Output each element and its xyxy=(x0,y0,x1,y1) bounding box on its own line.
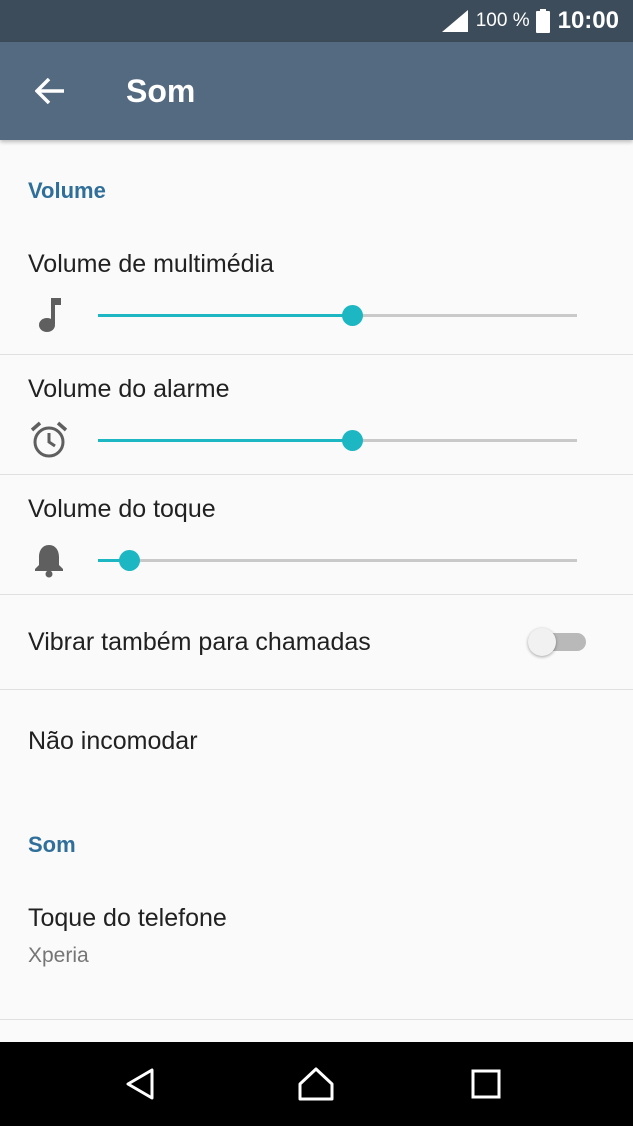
alarm-volume-row: Volume do alarme xyxy=(0,355,633,475)
alarm-clock-icon xyxy=(30,421,68,459)
clock: 10:00 xyxy=(557,7,619,34)
do-not-disturb-label: Não incomodar xyxy=(28,726,198,755)
back-button[interactable] xyxy=(22,63,78,119)
ringtone-row[interactable]: Toque do telefone Xperia xyxy=(0,902,633,1020)
ringtone-value: Xperia xyxy=(28,944,89,967)
slider-thumb[interactable] xyxy=(341,305,363,326)
arrow-back-icon xyxy=(35,78,64,104)
toggle-knob xyxy=(528,628,556,656)
ring-volume-label: Volume do toque xyxy=(28,495,216,523)
status-bar: 100 % 10:00 xyxy=(0,0,633,42)
recents-icon xyxy=(471,1069,501,1099)
media-volume-label: Volume de multimédia xyxy=(28,250,274,278)
home-icon xyxy=(298,1067,334,1101)
vibrate-row[interactable]: Vibrar também para chamadas xyxy=(0,595,633,690)
bell-icon xyxy=(30,541,68,579)
page-title: Som xyxy=(126,72,196,109)
nav-recents-button[interactable] xyxy=(464,1062,508,1106)
media-volume-row: Volume de multimédia xyxy=(0,230,633,355)
section-header-volume: Volume xyxy=(28,178,106,203)
slider-thumb[interactable] xyxy=(341,430,363,451)
navigation-bar xyxy=(0,1042,633,1126)
battery-icon xyxy=(535,9,550,33)
back-triangle-icon xyxy=(126,1068,154,1100)
battery-percent: 100 % xyxy=(475,10,530,31)
ring-volume-row: Volume do toque xyxy=(0,475,633,595)
music-note-icon xyxy=(30,296,68,334)
vibrate-toggle[interactable] xyxy=(528,628,586,656)
ring-volume-slider[interactable] xyxy=(98,549,577,573)
settings-list[interactable]: Volume Volume de multimédia Volume do al… xyxy=(0,140,633,1042)
nav-back-button[interactable] xyxy=(118,1062,162,1106)
app-bar: Som xyxy=(0,42,633,140)
alarm-volume-slider[interactable] xyxy=(98,429,577,453)
media-volume-slider[interactable] xyxy=(98,304,577,328)
slider-thumb[interactable] xyxy=(119,550,141,571)
slider-track xyxy=(98,559,577,562)
signal-icon xyxy=(441,10,468,32)
do-not-disturb-row[interactable]: Não incomodar xyxy=(0,690,633,792)
ringtone-label: Toque do telefone xyxy=(28,904,227,932)
alarm-volume-label: Volume do alarme xyxy=(28,375,230,403)
nav-home-button[interactable] xyxy=(294,1062,338,1106)
vibrate-label: Vibrar também para chamadas xyxy=(28,627,371,656)
slider-fill xyxy=(98,439,352,442)
section-header-som: Som xyxy=(28,832,76,857)
slider-fill xyxy=(98,314,352,317)
